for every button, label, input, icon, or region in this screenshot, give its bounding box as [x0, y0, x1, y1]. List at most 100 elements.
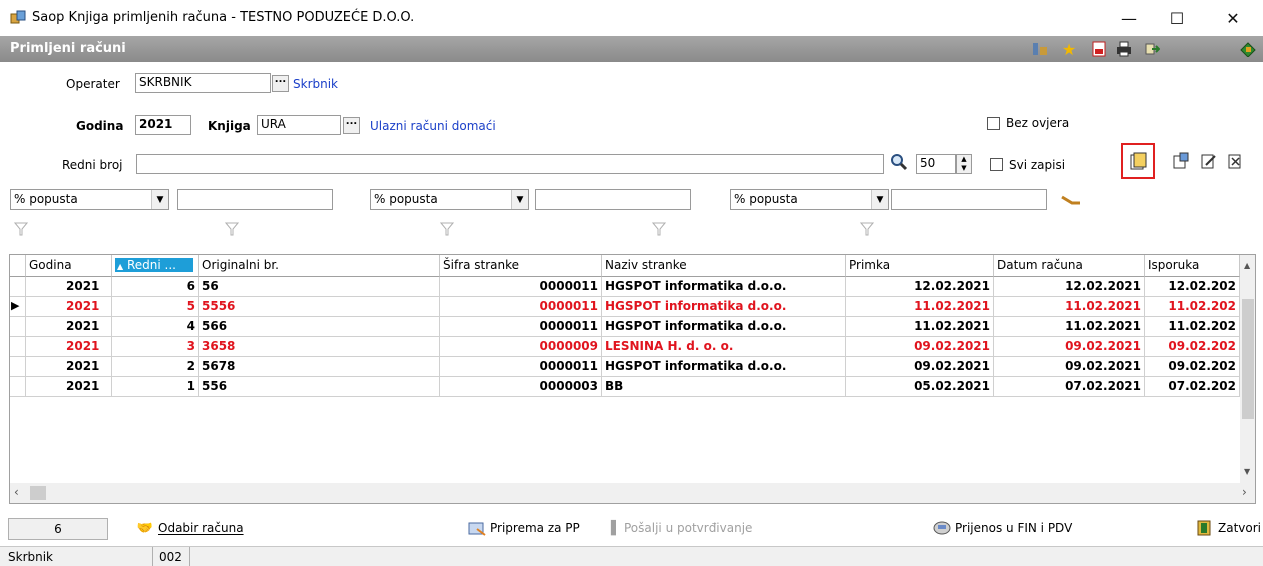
print-icon[interactable] [1115, 40, 1133, 58]
column-header-godina[interactable]: Godina [26, 255, 112, 277]
current-row-indicator[interactable]: ▶ [10, 297, 26, 317]
cell-datum[interactable]: 12.02.2021 [994, 277, 1145, 297]
cell-naziv[interactable]: HGSPOT informatika d.o.o. [602, 357, 846, 377]
filter-value-3[interactable] [891, 189, 1047, 210]
cell-godina[interactable]: 2021 [26, 357, 112, 377]
chevron-down-icon[interactable]: ▼ [511, 190, 528, 209]
cell-godina[interactable]: 2021 [26, 377, 112, 397]
tree-icon[interactable] [1031, 40, 1049, 58]
close-button[interactable]: ✕ [1210, 4, 1256, 32]
prijenos-u-fin-i-pdv-button[interactable]: Prijenos u FIN i PDV [933, 518, 1072, 538]
minimize-button[interactable]: — [1106, 4, 1152, 32]
pdf-icon[interactable] [1090, 40, 1108, 58]
cell-datum[interactable]: 09.02.2021 [994, 357, 1145, 377]
cell-primka[interactable]: 09.02.2021 [846, 357, 994, 377]
cell-orig[interactable]: 3658 [199, 337, 440, 357]
column-header-datum[interactable]: Datum računa [994, 255, 1145, 277]
cell-sifra[interactable]: 0000011 [440, 297, 602, 317]
cell-datum[interactable]: 11.02.2021 [994, 317, 1145, 337]
column-header-primka[interactable]: Primka [846, 255, 994, 277]
column-header-naziv[interactable]: Naziv stranke [602, 255, 846, 277]
cell-primka[interactable]: 12.02.2021 [846, 277, 994, 297]
table-row[interactable]: ▶ 2021 5 5556 0000011 HGSPOT informatika d.o.… [10, 297, 1240, 317]
exit-icon[interactable] [1239, 40, 1257, 58]
cell-godina[interactable]: 2021 [26, 317, 112, 337]
chevron-up-icon[interactable]: ▲ [1244, 261, 1250, 270]
column-header-sifra[interactable]: Šifra stranke [440, 255, 602, 277]
invoice-table[interactable]: Godina ▲ Redni ... Originalni br. Šifra … [9, 254, 1256, 504]
cell-orig[interactable]: 56 [199, 277, 440, 297]
cell-naziv[interactable]: LESNINA H. d. o. o. [602, 337, 846, 357]
column-header-isporuka[interactable]: Isporuka [1145, 255, 1240, 277]
new-document-button[interactable] [1121, 143, 1155, 179]
cell-datum[interactable]: 11.02.2021 [994, 297, 1145, 317]
cell-orig[interactable]: 556 [199, 377, 440, 397]
column-header-originalni[interactable]: Originalni br. [199, 255, 440, 277]
cell-sifra[interactable]: 0000009 [440, 337, 602, 357]
cell-sifra[interactable]: 0000011 [440, 277, 602, 297]
cell-godina[interactable]: 2021 [26, 337, 112, 357]
maximize-button[interactable]: ☐ [1154, 4, 1200, 32]
cell-sifra[interactable]: 0000011 [440, 357, 602, 377]
cell-isporuka[interactable]: 11.02.202 [1145, 297, 1240, 317]
eraser-icon[interactable] [1060, 193, 1082, 207]
cell-primka[interactable]: 11.02.2021 [846, 317, 994, 337]
cell-orig[interactable]: 5556 [199, 297, 440, 317]
cell-sifra[interactable]: 0000003 [440, 377, 602, 397]
cell-redni[interactable]: 2 [112, 357, 199, 377]
cell-naziv[interactable]: HGSPOT informatika d.o.o. [602, 277, 846, 297]
filter-combo-3[interactable]: % popusta ▼ [730, 189, 889, 210]
cell-godina[interactable]: 2021 [26, 297, 112, 317]
filter-funnel-icon[interactable] [439, 222, 455, 236]
export-icon[interactable] [1143, 40, 1161, 58]
knjiga-input[interactable]: URA [257, 115, 341, 135]
row-indicator[interactable] [10, 357, 26, 377]
godina-input[interactable]: 2021 [135, 115, 191, 135]
cell-godina[interactable]: 2021 [26, 277, 112, 297]
chevron-down-icon[interactable]: ▼ [871, 190, 888, 209]
cell-datum[interactable]: 07.02.2021 [994, 377, 1145, 397]
cell-isporuka[interactable]: 12.02.202 [1145, 277, 1240, 297]
filter-value-2[interactable] [535, 189, 691, 210]
record-count-spinner[interactable]: ▲ ▼ [956, 154, 972, 174]
record-count-input[interactable]: 50 [916, 154, 956, 174]
odabir-racuna-button[interactable]: 🤝 Odabir računa [136, 518, 244, 538]
cell-primka[interactable]: 05.02.2021 [846, 377, 994, 397]
filter-combo-2[interactable]: % popusta ▼ [370, 189, 529, 210]
operater-link[interactable]: Skrbnik [293, 77, 338, 91]
row-indicator[interactable] [10, 317, 26, 337]
filter-combo-1[interactable]: % popusta ▼ [10, 189, 169, 210]
cell-primka[interactable]: 09.02.2021 [846, 337, 994, 357]
knjiga-browse-button[interactable]: ... [343, 117, 360, 134]
row-indicator[interactable] [10, 377, 26, 397]
cell-sifra[interactable]: 0000011 [440, 317, 602, 337]
table-row[interactable]: 2021 1 556 0000003 BB 05.02.2021 07.02.2021 07.… [10, 377, 1240, 397]
filter-funnel-icon[interactable] [13, 222, 29, 236]
properties-icon[interactable] [1172, 152, 1190, 170]
bez-ovjera-checkbox[interactable] [987, 117, 1000, 130]
cell-orig[interactable]: 566 [199, 317, 440, 337]
row-indicator[interactable] [10, 337, 26, 357]
filter-funnel-icon[interactable] [651, 222, 667, 236]
chevron-down-icon[interactable]: ▼ [151, 190, 168, 209]
filter-value-1[interactable] [177, 189, 333, 210]
knjiga-link[interactable]: Ulazni računi domaći [370, 119, 496, 133]
cell-redni[interactable]: 6 [112, 277, 199, 297]
edit-icon[interactable] [1200, 152, 1218, 170]
search-icon[interactable] [890, 153, 908, 171]
table-row[interactable]: 2021 2 5678 0000011 HGSPOT informatika d.o.o… [10, 357, 1240, 377]
vertical-scrollbar[interactable]: ▲ ▼ [1240, 255, 1255, 483]
table-row[interactable]: 2021 3 3658 0000009 LESNINA H. d. o. o. 09.02… [10, 337, 1240, 357]
operater-input[interactable]: SKRBNIK [135, 73, 271, 93]
cell-datum[interactable]: 09.02.2021 [994, 337, 1145, 357]
filter-funnel-icon[interactable] [859, 222, 875, 236]
delete-edit-icon[interactable] [1227, 152, 1245, 170]
posalji-u-potvrdivanje-button[interactable]: ▌ Pošalji u potvrđivanje [611, 518, 752, 538]
cell-redni[interactable]: 5 [112, 297, 199, 317]
cell-isporuka[interactable]: 09.02.202 [1145, 337, 1240, 357]
cell-isporuka[interactable]: 07.02.202 [1145, 377, 1240, 397]
cell-redni[interactable]: 3 [112, 337, 199, 357]
cell-orig[interactable]: 5678 [199, 357, 440, 377]
operater-browse-button[interactable]: ... [272, 75, 289, 92]
svi-zapisi-checkbox[interactable] [990, 158, 1003, 171]
